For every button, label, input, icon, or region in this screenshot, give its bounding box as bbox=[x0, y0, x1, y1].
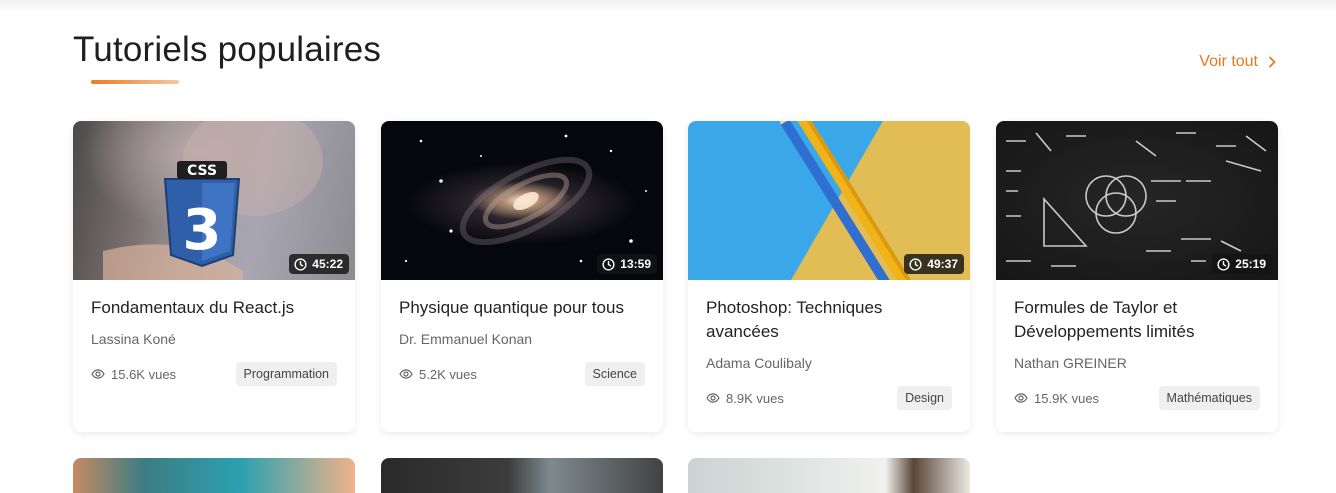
section-title: Tutoriels populaires bbox=[73, 30, 382, 69]
chevron-right-icon bbox=[1269, 56, 1276, 68]
tutorial-card[interactable]: 49:37 Photoshop: Techniques avancées Ada… bbox=[688, 121, 970, 432]
tutorial-author: Adama Coulibaly bbox=[706, 355, 812, 371]
tutorial-author: Nathan GREINER bbox=[1014, 355, 1127, 371]
tutorial-thumbnail: 49:37 bbox=[688, 121, 970, 280]
see-all-label: Voir tout bbox=[1199, 53, 1258, 70]
tutorial-author: Lassina Koné bbox=[91, 331, 176, 347]
duration-badge: 49:37 bbox=[904, 254, 964, 274]
tutorial-thumbnail: 13:59 bbox=[381, 121, 663, 280]
clock-icon bbox=[294, 257, 307, 271]
eye-icon bbox=[1014, 393, 1028, 403]
eye-icon bbox=[91, 369, 105, 379]
see-all-link[interactable]: Voir tout bbox=[1199, 52, 1278, 72]
tutorial-card-partial[interactable] bbox=[73, 458, 355, 493]
category-tag[interactable]: Mathématiques bbox=[1158, 386, 1260, 410]
eye-icon bbox=[706, 393, 720, 403]
tutorial-thumbnail: CSS 3 45:22 bbox=[73, 121, 355, 280]
tutorial-title: Photoshop: Techniques avancées bbox=[706, 298, 883, 341]
tutorial-card-partial[interactable] bbox=[688, 458, 970, 493]
view-count-text: 15.9K vues bbox=[1034, 390, 1100, 406]
section-header: Tutoriels populaires Voir tout bbox=[73, 30, 1278, 90]
top-shadow bbox=[0, 0, 1336, 14]
title-underline bbox=[91, 80, 179, 84]
category-tag[interactable]: Design bbox=[897, 386, 952, 410]
category-tag[interactable]: Programmation bbox=[235, 362, 337, 386]
tutorial-title: Physique quantique pour tous bbox=[399, 298, 624, 317]
view-count: 5.2K vues bbox=[399, 367, 477, 382]
tutorial-card[interactable]: 25:19 Formules de Taylor et Développemen… bbox=[996, 121, 1278, 432]
duration-text: 25:19 bbox=[1235, 257, 1266, 271]
clock-icon bbox=[1217, 257, 1230, 271]
tutorial-thumbnail: 25:19 bbox=[996, 121, 1278, 280]
duration-badge: 13:59 bbox=[597, 254, 657, 274]
duration-badge: 25:19 bbox=[1212, 254, 1272, 274]
clock-icon bbox=[909, 257, 922, 271]
svg-text:CSS: CSS bbox=[187, 163, 217, 179]
duration-text: 49:37 bbox=[927, 257, 958, 271]
eye-icon bbox=[399, 369, 413, 379]
tutorial-card[interactable]: CSS 3 45:22 Fondamentaux du React.js Las… bbox=[73, 121, 355, 432]
view-count-text: 15.6K vues bbox=[111, 366, 177, 382]
svg-text:3: 3 bbox=[183, 198, 222, 263]
view-count: 15.6K vues bbox=[91, 367, 176, 382]
duration-text: 45:22 bbox=[312, 257, 343, 271]
category-tag[interactable]: Science bbox=[584, 362, 645, 386]
view-count-text: 5.2K vues bbox=[419, 366, 477, 382]
duration-badge: 45:22 bbox=[289, 254, 349, 274]
duration-text: 13:59 bbox=[620, 257, 651, 271]
clock-icon bbox=[602, 257, 615, 271]
tutorial-title: Fondamentaux du React.js bbox=[91, 298, 295, 317]
tutorial-card[interactable]: 13:59 Physique quantique pour tous Dr. E… bbox=[381, 121, 663, 432]
tutorial-title: Formules de Taylor et Développements lim… bbox=[1014, 298, 1195, 341]
tutorial-card-partial[interactable] bbox=[381, 458, 663, 493]
view-count-text: 8.9K vues bbox=[726, 390, 784, 406]
view-count: 15.9K vues bbox=[1014, 391, 1099, 406]
view-count: 8.9K vues bbox=[706, 391, 784, 406]
tutorial-author: Dr. Emmanuel Konan bbox=[399, 331, 533, 347]
